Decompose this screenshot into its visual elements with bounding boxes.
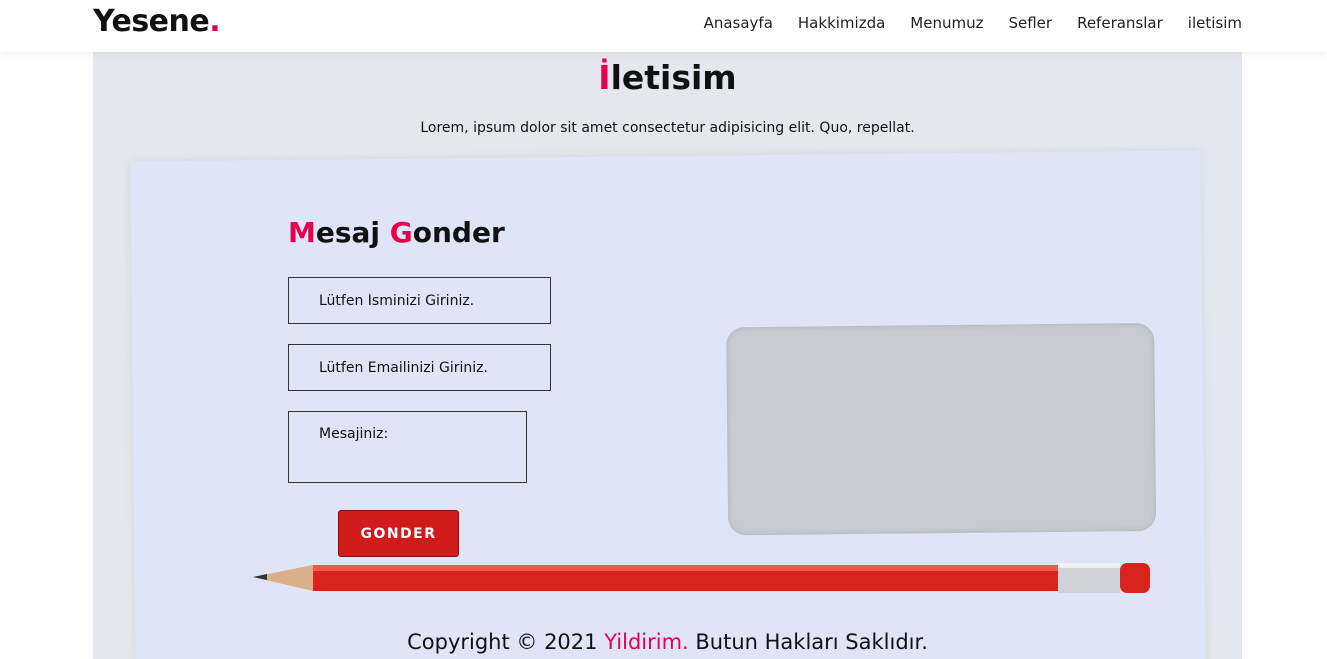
main-nav: Anasayfa Hakkimizda Menumuz Sefler Refer… xyxy=(704,14,1242,32)
logo[interactable]: Yesene. xyxy=(93,4,221,39)
logo-dot: . xyxy=(209,4,221,39)
message-textarea[interactable] xyxy=(288,411,527,483)
form-title-m: M xyxy=(288,216,316,249)
nav-iletisim[interactable]: iletisim xyxy=(1188,14,1242,32)
form-title: Mesaj Gonder xyxy=(288,216,505,249)
form-title-mid: esaj xyxy=(315,216,390,249)
page-title-rest: letisim xyxy=(610,58,737,97)
logo-text: Yesene xyxy=(93,4,210,39)
form-title-g: G xyxy=(389,216,413,249)
form-title-rest: onder xyxy=(412,216,505,249)
name-input[interactable] xyxy=(288,277,551,324)
nav-hakkimizda[interactable]: Hakkimizda xyxy=(798,14,885,32)
pencil-image xyxy=(253,563,1150,593)
footer-copyright: Copyright © 2021 Yildirim. Butun Hakları… xyxy=(93,630,1242,654)
page-title-initial: İ xyxy=(598,58,611,97)
navbar: Yesene. Anasayfa Hakkimizda Menumuz Sefl… xyxy=(0,0,1327,52)
copyright-brand[interactable]: Yildirim. xyxy=(604,630,689,654)
copyright-suffix: Butun Hakları Saklıdır. xyxy=(688,630,928,654)
copyright-prefix: Copyright © 2021 xyxy=(407,630,605,654)
nav-referanslar[interactable]: Referanslar xyxy=(1077,14,1163,32)
envelope-window xyxy=(726,322,1157,536)
nav-sefler[interactable]: Sefler xyxy=(1008,14,1052,32)
submit-button[interactable]: GONDER xyxy=(338,510,459,557)
email-input[interactable] xyxy=(288,344,551,391)
page-title: İletisim xyxy=(93,58,1242,97)
contact-section: İletisim Lorem, ipsum dolor sit amet con… xyxy=(93,52,1242,659)
nav-anasayfa[interactable]: Anasayfa xyxy=(704,14,773,32)
page-lead-text: Lorem, ipsum dolor sit amet consectetur … xyxy=(420,120,915,136)
nav-menumuz[interactable]: Menumuz xyxy=(910,14,983,32)
